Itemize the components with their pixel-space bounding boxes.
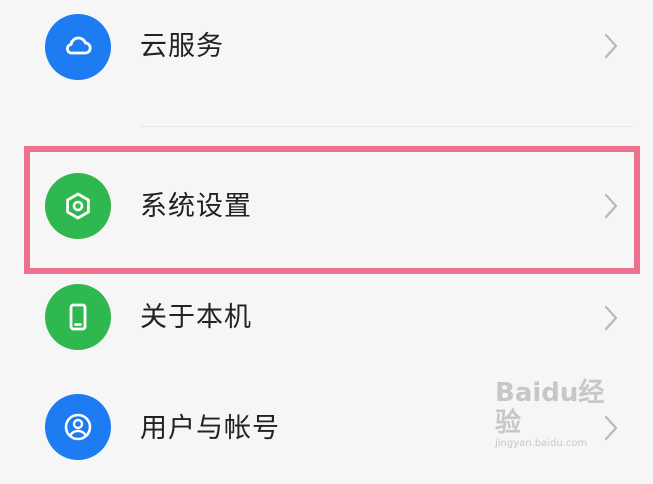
phone-icon	[45, 284, 111, 350]
divider	[140, 126, 633, 127]
settings-item-cloud-service[interactable]: 云服务	[0, 0, 653, 102]
watermark-sub-text: jingyan.baidu.com	[495, 438, 588, 449]
highlight-frame	[24, 146, 640, 274]
cloud-icon	[45, 14, 111, 80]
user-account-icon	[45, 394, 111, 460]
chevron-right-icon	[604, 33, 618, 59]
settings-item-label: 关于本机	[140, 302, 252, 333]
baidu-watermark: Baidu经验 jingyan.baidu.com	[495, 378, 615, 449]
chevron-right-icon	[604, 305, 618, 331]
settings-item-about-phone[interactable]: 关于本机	[0, 264, 653, 374]
watermark-main-text: Baidu经验	[495, 378, 605, 438]
settings-item-label: 用户与帐号	[140, 413, 280, 444]
settings-item-label: 云服务	[140, 31, 224, 62]
